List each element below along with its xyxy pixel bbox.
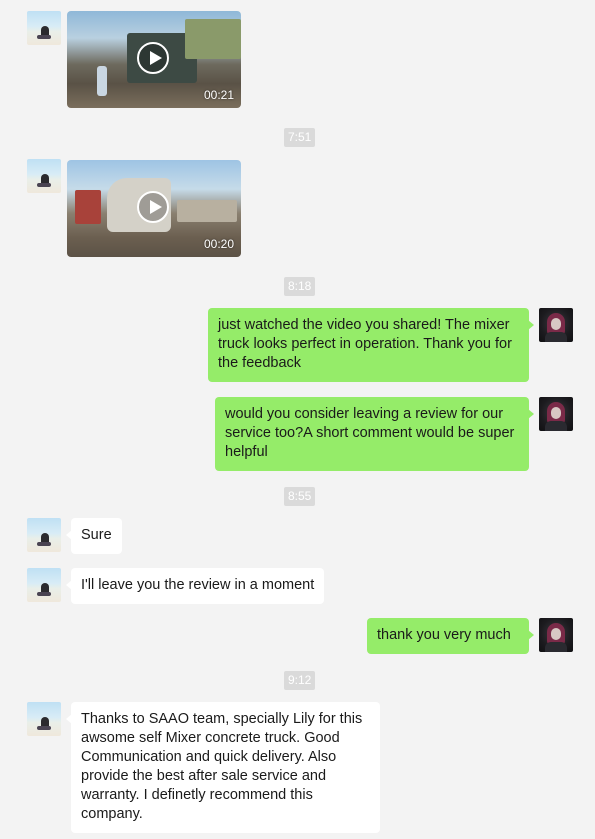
avatar-face [551,407,561,419]
avatar-figure-base [37,183,51,187]
avatar-figure-base [37,726,51,730]
video-duration: 00:21 [203,88,234,102]
timestamp: 8:18 [284,277,316,296]
outgoing-message[interactable]: just watched the video you shared! The m… [208,308,534,382]
message-text: just watched the video you shared! The m… [218,317,512,371]
contact-avatar[interactable] [27,518,61,552]
avatar-body [545,421,567,431]
message-text: Thanks to SAAO team, specially Lily for … [81,711,363,822]
avatar-figure-base [37,35,51,39]
avatar-body [545,642,567,652]
self-avatar[interactable] [539,397,573,431]
outgoing-message[interactable]: thank you very much [367,618,534,654]
video-message[interactable]: 00:20 [67,160,241,257]
incoming-message[interactable]: Sure [66,518,122,554]
timestamp: 8:55 [284,487,316,506]
contact-avatar[interactable] [27,159,61,193]
video-thumbnail-street [177,200,237,222]
contact-avatar[interactable] [27,702,61,736]
video-message[interactable]: 00:21 [67,11,241,108]
play-icon[interactable] [137,42,169,74]
timestamp: 9:12 [284,671,316,690]
avatar-face [551,628,561,640]
video-thumbnail-person [97,66,107,96]
message-text: Sure [81,527,112,543]
avatar-body [545,332,567,342]
message-text: I'll leave you the review in a moment [81,577,315,593]
self-avatar[interactable] [539,618,573,652]
video-thumbnail-house [75,190,101,224]
video-thumbnail-tree [185,19,241,59]
self-avatar[interactable] [539,308,573,342]
avatar-face [551,318,561,330]
outgoing-message[interactable]: would you consider leaving a review for … [215,397,534,471]
message-text: thank you very much [377,627,511,643]
timestamp: 7:51 [284,128,316,147]
avatar-figure-base [37,592,51,596]
incoming-message[interactable]: I'll leave you the review in a moment [65,568,325,604]
play-icon[interactable] [137,191,169,223]
contact-avatar[interactable] [27,11,61,45]
message-text: would you consider leaving a review for … [225,406,515,460]
video-duration: 00:20 [203,237,234,251]
avatar-figure-base [37,542,51,546]
contact-avatar[interactable] [27,568,61,602]
incoming-message[interactable]: Thanks to SAAO team, specially Lily for … [66,702,380,833]
